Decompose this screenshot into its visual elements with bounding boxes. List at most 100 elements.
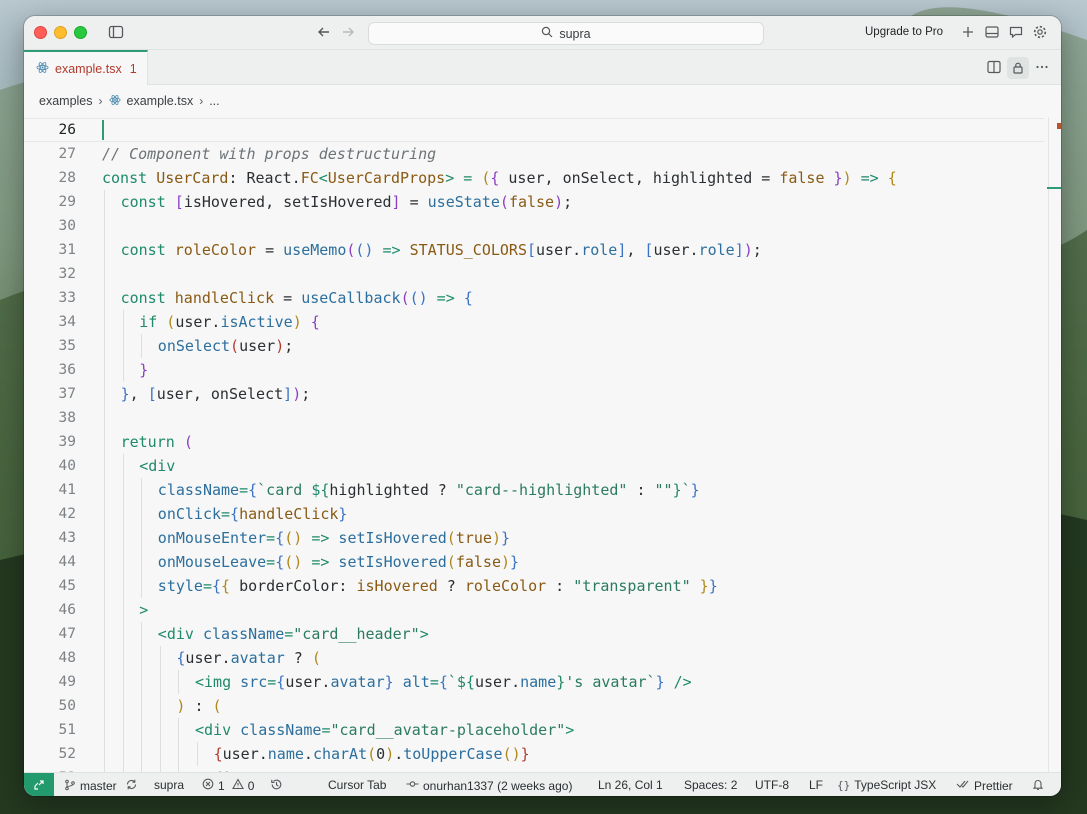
code-token: const — [102, 169, 157, 187]
code-token: { — [275, 529, 285, 547]
git-blame-status[interactable]: onurhan1337 (2 weeks ago) — [406, 778, 572, 793]
code-token: ? — [284, 649, 312, 667]
more-icon[interactable] — [1034, 59, 1052, 77]
workspace-name[interactable]: supra — [154, 778, 184, 792]
code-line[interactable]: 28 const UserCard: React.FC<UserCardProps… — [24, 166, 1044, 190]
breadcrumb-file[interactable]: example.tsx — [127, 94, 194, 108]
bell-icon[interactable] — [1032, 778, 1044, 791]
code-token: user — [239, 337, 276, 355]
minimap-scrollbar[interactable] — [1048, 117, 1049, 772]
code-line[interactable]: 42 onClick={handleClick} — [24, 502, 1044, 526]
indent-guide — [104, 622, 105, 646]
code-line[interactable]: 38 — [24, 406, 1044, 430]
code-token: user. — [185, 649, 231, 667]
command-search-input[interactable]: supra — [368, 22, 764, 45]
code-line[interactable]: 30 — [24, 214, 1044, 238]
code-line[interactable]: 39 return ( — [24, 430, 1044, 454]
code-token: isHovered, setIsHovered — [183, 193, 392, 211]
code-line[interactable]: 32 — [24, 262, 1044, 286]
panel-icon[interactable] — [984, 24, 1002, 42]
code-text: if (user.isActive) { — [139, 310, 320, 334]
eol-status[interactable]: LF — [809, 778, 823, 792]
minimize-window-button[interactable] — [54, 26, 67, 39]
line-number: 30 — [58, 218, 76, 234]
code-line[interactable]: 41 className={`card ${highlighted ? "card… — [24, 478, 1044, 502]
code-editor[interactable]: 26 27 // Component with props destructurin… — [24, 117, 1061, 772]
code-line[interactable]: 27 // Component with props destructuring — [24, 142, 1044, 166]
code-line[interactable]: 26 — [24, 118, 1044, 142]
code-line[interactable]: 37}, [user, onSelect]); — [24, 382, 1044, 406]
code-token: roleColor — [464, 577, 547, 595]
indent-guide — [122, 358, 124, 382]
code-line[interactable]: 50) : ( — [24, 694, 1044, 718]
close-window-button[interactable] — [34, 26, 47, 39]
indent-guide — [122, 574, 124, 598]
code-line[interactable]: 52 {user.name.charAt(0).toUpperCase()} — [24, 742, 1044, 766]
code-line[interactable]: 47 <div className="card__header"> — [24, 622, 1044, 646]
sync-icon[interactable] — [125, 778, 138, 794]
code-line[interactable]: 40 <div — [24, 454, 1044, 478]
indent-guide — [159, 718, 161, 742]
indent-guide — [104, 598, 105, 622]
indentation-status[interactable]: Spaces: 2 — [684, 778, 737, 792]
line-number: 47 — [58, 626, 76, 642]
code-line[interactable]: 35 onSelect(user); — [24, 334, 1044, 358]
problems-status[interactable]: 1 0 — [202, 778, 254, 793]
code-text: }, [user, onSelect]); — [121, 382, 311, 406]
encoding-status[interactable]: UTF-8 — [755, 778, 789, 792]
split-editor-icon[interactable] — [986, 59, 1004, 77]
breadcrumb-folder[interactable]: examples — [39, 94, 93, 108]
cursor-position[interactable]: Ln 26, Col 1 — [598, 778, 663, 792]
code-line[interactable]: 34 if (user.isActive) { — [24, 310, 1044, 334]
code-token: [ — [147, 385, 157, 403]
code-line[interactable]: 33 const handleClick = useCallback(() => … — [24, 286, 1044, 310]
code-token: role — [581, 241, 618, 259]
code-line[interactable]: 46 > — [24, 598, 1044, 622]
code-line[interactable]: 48 {user.avatar ? ( — [24, 646, 1044, 670]
code-token: ( — [481, 169, 491, 187]
indent-guide — [141, 742, 143, 766]
gear-icon[interactable] — [1032, 24, 1050, 42]
history-icon[interactable] — [270, 778, 283, 791]
code-token: ; — [752, 241, 762, 259]
code-line[interactable]: 31 const roleColor = useMemo(() => STATUS… — [24, 238, 1044, 262]
indent-guide — [122, 454, 124, 478]
code-token: borderColor: — [230, 577, 357, 595]
indent-guide — [159, 670, 161, 694]
upgrade-to-pro-button[interactable]: Upgrade to Pro — [865, 26, 943, 38]
code-token: = — [400, 193, 428, 211]
formatter-status[interactable]: Prettier — [956, 778, 1013, 793]
forward-arrow-icon[interactable] — [340, 24, 358, 42]
code-line[interactable]: 36} — [24, 358, 1044, 382]
chat-icon[interactable] — [1008, 24, 1026, 42]
line-number: 26 — [58, 122, 76, 138]
code-token: className — [240, 721, 322, 739]
language-mode[interactable]: {} TypeScript JSX — [837, 778, 936, 792]
code-line[interactable]: 44 onMouseLeave={() => setIsHovered(false… — [24, 550, 1044, 574]
code-token: false — [779, 169, 825, 187]
indent-guide — [104, 502, 105, 526]
indent-guide — [159, 646, 161, 670]
code-line[interactable]: 43 onMouseEnter={() => setIsHovered(true)… — [24, 526, 1044, 550]
git-branch-status[interactable]: master — [64, 778, 138, 794]
code-line[interactable]: 49 <img src={user.avatar} alt={`${user.na… — [24, 670, 1044, 694]
code-line[interactable]: 45 style={{ borderColor: isHovered ? role… — [24, 574, 1044, 598]
plus-icon[interactable] — [960, 24, 978, 42]
maximize-window-button[interactable] — [74, 26, 87, 39]
tab-example-tsx[interactable]: example.tsx 1 — [24, 50, 148, 85]
breadcrumb-more[interactable]: ... — [209, 94, 219, 108]
indent-guide — [104, 646, 105, 670]
code-token: ] — [734, 241, 744, 259]
code-line[interactable]: 51 <div className="card__avatar-placehold… — [24, 718, 1044, 742]
back-arrow-icon[interactable] — [316, 24, 334, 42]
code-token: = — [266, 553, 276, 571]
code-token: } — [510, 553, 520, 571]
sidebar-toggle-icon[interactable] — [108, 24, 126, 42]
cursor-tab-status[interactable]: Cursor Tab — [328, 778, 386, 792]
lock-icon[interactable] — [1007, 57, 1029, 79]
code-token: > = — [445, 169, 482, 187]
code-token: const — [120, 241, 175, 259]
remote-icon[interactable] — [24, 773, 54, 796]
code-text: <img src={user.avatar} alt={`${user.name… — [195, 670, 692, 694]
code-line[interactable]: 29 const [isHovered, setIsHovered] = useS… — [24, 190, 1044, 214]
